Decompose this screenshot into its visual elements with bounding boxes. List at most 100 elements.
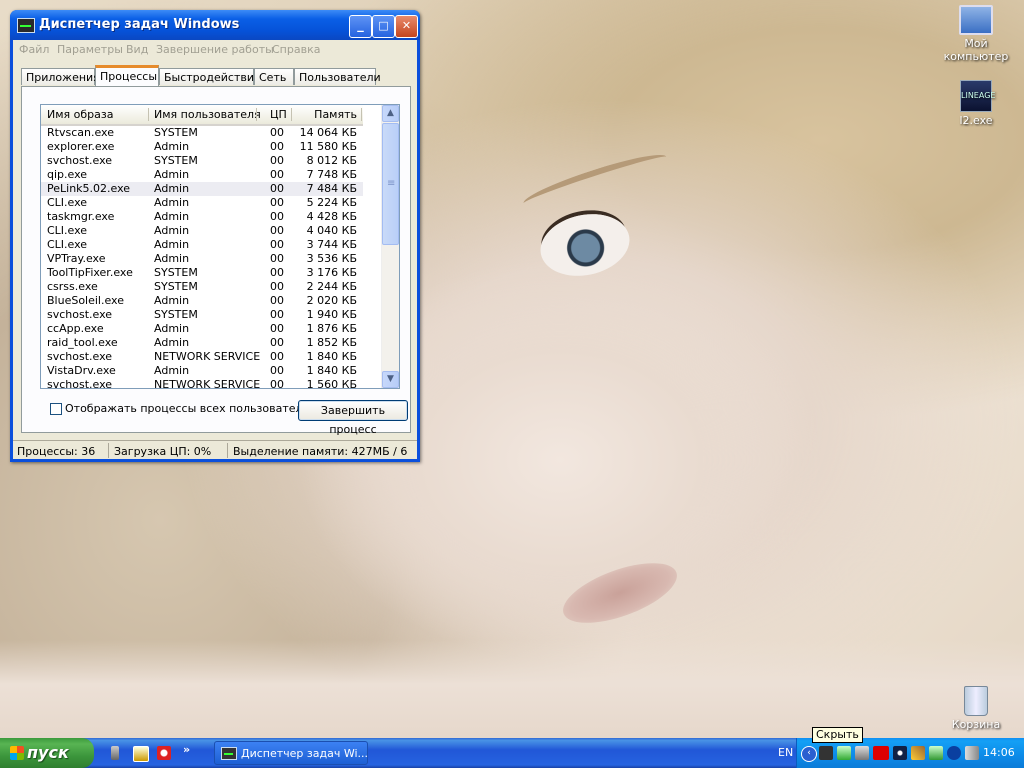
- clock: 14:06: [983, 746, 1015, 759]
- scroll-thumb[interactable]: [382, 123, 399, 245]
- cell-user-name: SYSTEM: [154, 126, 198, 139]
- volume-icon[interactable]: [965, 746, 979, 760]
- column-user-name[interactable]: Имя пользователя: [154, 108, 261, 121]
- cell-user-name: SYSTEM: [154, 280, 198, 293]
- table-row[interactable]: csrss.exe SYSTEM 00 2 244 КБ: [41, 280, 363, 294]
- tab-performance[interactable]: Быстродействие: [159, 68, 261, 85]
- table-row[interactable]: Rtvscan.exe SYSTEM 00 14 064 КБ: [41, 126, 363, 140]
- cell-memory: 4 428 КБ: [306, 210, 357, 223]
- table-row[interactable]: svchost.exe SYSTEM 00 8 012 КБ: [41, 154, 363, 168]
- cell-user-name: Admin: [154, 196, 190, 209]
- cell-user-name: Admin: [154, 224, 190, 237]
- table-row[interactable]: CLI.exe Admin 00 4 040 КБ: [41, 224, 363, 238]
- menu-help[interactable]: Справка: [272, 43, 320, 56]
- table-row[interactable]: PeLink5.02.exe Admin 00 7 484 КБ: [41, 182, 363, 196]
- recycle-bin-icon: [964, 686, 988, 716]
- cell-image-name: CLI.exe: [47, 224, 88, 237]
- cell-cpu: 00: [270, 126, 284, 139]
- table-row[interactable]: svchost.exe SYSTEM 00 1 940 КБ: [41, 308, 363, 322]
- cell-user-name: Admin: [154, 322, 190, 335]
- table-row[interactable]: qip.exe Admin 00 7 748 КБ: [41, 168, 363, 182]
- tab-users[interactable]: Пользователи: [294, 68, 381, 85]
- display-icon[interactable]: [893, 746, 907, 760]
- column-image-name[interactable]: Имя образа: [47, 108, 113, 121]
- column-separator: [291, 108, 292, 121]
- column-separator: [148, 108, 149, 121]
- table-row[interactable]: ccApp.exe Admin 00 1 876 КБ: [41, 322, 363, 336]
- table-row[interactable]: CLI.exe Admin 00 3 744 КБ: [41, 238, 363, 252]
- table-row[interactable]: explorer.exe Admin 00 11 580 КБ: [41, 140, 363, 154]
- cell-memory: 3 176 КБ: [306, 266, 357, 279]
- desktop-icon-my-computer[interactable]: Мой компьютер: [936, 5, 1016, 63]
- cell-memory: 7 748 КБ: [306, 168, 357, 181]
- cell-user-name: NETWORK SERVICE: [154, 378, 261, 389]
- table-row[interactable]: taskmgr.exe Admin 00 4 428 КБ: [41, 210, 363, 224]
- task-manager-icon: [221, 747, 237, 760]
- network-icon[interactable]: [855, 746, 869, 760]
- title-bar[interactable]: Диспетчер задач Windows _ □ ✕: [10, 10, 420, 40]
- menu-bar: Файл Параметры Вид Завершение работы Спр…: [13, 40, 417, 58]
- cell-memory: 1 940 КБ: [306, 308, 357, 321]
- cell-memory: 14 064 КБ: [299, 126, 357, 139]
- table-row[interactable]: svchost.exe NETWORK SERVICE 00 1 840 КБ: [41, 350, 363, 364]
- start-button[interactable]: пуск: [0, 738, 94, 768]
- cell-cpu: 00: [270, 196, 284, 209]
- battery-icon[interactable]: [929, 746, 943, 760]
- cell-image-name: raid_tool.exe: [47, 336, 118, 349]
- scroll-down-button[interactable]: ▼: [382, 371, 399, 388]
- menu-file[interactable]: Файл: [19, 43, 49, 56]
- tab-processes[interactable]: Процессы: [95, 65, 159, 86]
- quick-launch-opera-icon[interactable]: [157, 746, 171, 760]
- table-row[interactable]: svchost.exe NETWORK SERVICE 00 1 560 КБ: [41, 378, 363, 389]
- tab-applications[interactable]: Приложения: [21, 68, 100, 85]
- menu-view[interactable]: Вид: [126, 43, 148, 56]
- cell-user-name: Admin: [154, 168, 190, 181]
- ati-icon[interactable]: [873, 746, 889, 760]
- column-cpu[interactable]: ЦП: [270, 108, 287, 121]
- table-row[interactable]: ToolTipFixer.exe SYSTEM 00 3 176 КБ: [41, 266, 363, 280]
- cell-image-name: taskmgr.exe: [47, 210, 115, 223]
- scroll-up-button[interactable]: ▲: [382, 105, 399, 122]
- table-row[interactable]: VistaDrv.exe Admin 00 1 840 КБ: [41, 364, 363, 378]
- minimize-button[interactable]: _: [349, 15, 372, 38]
- cell-memory: 1 560 КБ: [306, 378, 357, 389]
- device-icon[interactable]: [819, 746, 833, 760]
- network-icon[interactable]: [837, 746, 851, 760]
- table-row[interactable]: BlueSoleil.exe Admin 00 2 020 КБ: [41, 294, 363, 308]
- maximize-button[interactable]: □: [372, 15, 395, 38]
- wallpaper-eye: [534, 206, 636, 284]
- cell-cpu: 00: [270, 252, 284, 265]
- process-list[interactable]: Имя образа Имя пользователя ЦП Память Rt…: [40, 104, 400, 389]
- close-button[interactable]: ✕: [395, 15, 418, 38]
- table-row[interactable]: raid_tool.exe Admin 00 1 852 КБ: [41, 336, 363, 350]
- table-row[interactable]: VPTray.exe Admin 00 3 536 КБ: [41, 252, 363, 266]
- process-rows: Rtvscan.exe SYSTEM 00 14 064 КБ explorer.exe…: [41, 126, 363, 389]
- end-process-button[interactable]: Завершить процесс: [298, 400, 408, 436]
- wallpaper-lips: [555, 550, 685, 636]
- cell-memory: 2 244 КБ: [306, 280, 357, 293]
- pen-icon[interactable]: [911, 746, 925, 760]
- show-all-users-checkbox[interactable]: [50, 403, 62, 415]
- quick-launch-more-icon[interactable]: »: [183, 743, 190, 756]
- show-all-users-label[interactable]: Отображать процессы всех пользователей: [65, 402, 316, 415]
- taskbar-button-task-manager[interactable]: Диспетчер задач Wi...: [214, 741, 368, 765]
- quick-launch-app-icon[interactable]: [133, 746, 149, 762]
- cell-cpu: 00: [270, 350, 284, 363]
- tab-network[interactable]: Сеть: [254, 68, 294, 85]
- menu-options[interactable]: Параметры: [57, 43, 123, 56]
- cell-memory: 1 876 КБ: [306, 322, 357, 335]
- language-indicator[interactable]: EN: [778, 746, 793, 759]
- column-memory[interactable]: Память: [314, 108, 357, 121]
- desktop-icon-recycle-bin[interactable]: Корзина: [936, 686, 1016, 731]
- quick-launch-handle-icon[interactable]: [111, 746, 119, 760]
- column-separator: [361, 108, 362, 121]
- expand-arrow-icon[interactable]: ‹: [801, 746, 817, 762]
- status-process-count: Процессы: 36: [17, 445, 96, 458]
- table-row[interactable]: CLI.exe Admin 00 5 224 КБ: [41, 196, 363, 210]
- desktop-icon-label: l2.exe: [959, 114, 993, 127]
- processes-panel: Имя образа Имя пользователя ЦП Память Rt…: [21, 86, 411, 436]
- menu-shutdown[interactable]: Завершение работы: [156, 43, 274, 56]
- desktop-icon-l2-exe[interactable]: LINEAGE l2.exe: [936, 80, 1016, 127]
- vertical-scrollbar[interactable]: ▲ ▼: [381, 105, 399, 388]
- bluetooth-icon[interactable]: [947, 746, 961, 760]
